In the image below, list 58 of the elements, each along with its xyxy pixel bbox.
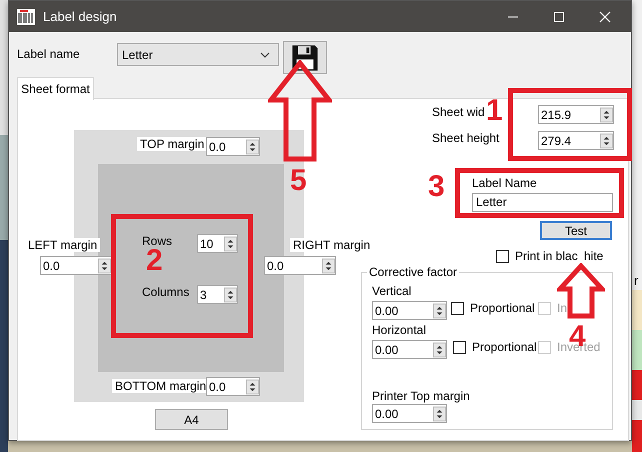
checkbox-label: In bbox=[557, 301, 568, 315]
field-label: Columns bbox=[142, 285, 190, 299]
number-field[interactable]: 0.00 bbox=[372, 301, 447, 320]
spinner-arrows-icon[interactable] bbox=[433, 406, 446, 422]
number-field[interactable]: 0.0 bbox=[264, 256, 336, 275]
field-label: Label Name bbox=[472, 176, 537, 190]
spinner-arrows-icon[interactable] bbox=[322, 258, 335, 274]
field-label: Rows bbox=[142, 234, 172, 248]
chevron-down-icon bbox=[260, 52, 270, 58]
step-number: 5 bbox=[290, 166, 307, 196]
spinner-arrows-icon[interactable] bbox=[246, 378, 259, 394]
spinner-arrows-icon[interactable] bbox=[224, 286, 237, 302]
tab[interactable]: Sheet format bbox=[17, 77, 94, 100]
save-button[interactable] bbox=[283, 41, 327, 74]
spinner-arrows-icon[interactable] bbox=[246, 138, 259, 154]
window-title: Label design bbox=[43, 9, 118, 24]
spinner-arrows-icon[interactable] bbox=[433, 342, 446, 358]
number-field[interactable]: 279.4 bbox=[538, 131, 614, 150]
label-name-input[interactable]: Letter bbox=[472, 193, 613, 212]
spinner-arrows-icon[interactable] bbox=[600, 132, 613, 148]
label-name-dropdown[interactable]: Letter bbox=[117, 43, 279, 66]
up-arrow bbox=[557, 263, 605, 319]
spinner-arrows-icon[interactable] bbox=[224, 236, 237, 252]
checkbox[interactable] bbox=[496, 250, 509, 263]
number-field[interactable]: 10 bbox=[197, 234, 238, 253]
number-field[interactable]: 0.00 bbox=[372, 404, 447, 423]
close-icon[interactable] bbox=[599, 10, 611, 22]
test-button[interactable]: Test bbox=[540, 221, 612, 240]
checkbox-label: Print in blac bbox=[515, 249, 578, 263]
checkbox[interactable] bbox=[451, 302, 464, 315]
number-field[interactable]: 3 bbox=[197, 285, 238, 304]
field-label: Label name bbox=[17, 47, 80, 61]
field-label: TOP margin bbox=[137, 137, 208, 151]
step-number: 2 bbox=[146, 246, 163, 276]
group-title: Corrective factor bbox=[367, 265, 460, 279]
a4-button[interactable]: A4 bbox=[155, 409, 228, 430]
maximize-icon[interactable] bbox=[553, 10, 565, 22]
checkbox-label: Proportional bbox=[472, 340, 537, 354]
field-label: Sheet height bbox=[432, 131, 500, 145]
number-field[interactable]: 0.0 bbox=[206, 377, 260, 396]
number-field[interactable]: 0.0 bbox=[206, 137, 260, 156]
spinner-arrows-icon[interactable] bbox=[600, 106, 613, 122]
checkbox[interactable] bbox=[453, 341, 466, 354]
step-number: 1 bbox=[486, 96, 503, 126]
checkbox-label: Proportional bbox=[470, 301, 535, 315]
number-field[interactable]: 0.0 bbox=[40, 256, 112, 275]
number-field[interactable]: 0.00 bbox=[372, 340, 447, 359]
spinner-arrows-icon[interactable] bbox=[98, 258, 111, 274]
spinner-arrows-icon[interactable] bbox=[433, 302, 446, 318]
barcode-label-icon bbox=[17, 8, 35, 24]
field-label: Printer Top margin bbox=[372, 389, 470, 403]
field-label: Horizontal bbox=[372, 323, 426, 337]
field-label: Vertical bbox=[372, 284, 412, 298]
number-field[interactable]: 215.9 bbox=[538, 105, 614, 124]
step-number: 3 bbox=[428, 172, 445, 202]
field-label: Sheet wid bbox=[432, 105, 485, 119]
checkbox-label: hite bbox=[584, 249, 604, 263]
background-text: r bbox=[634, 273, 638, 288]
